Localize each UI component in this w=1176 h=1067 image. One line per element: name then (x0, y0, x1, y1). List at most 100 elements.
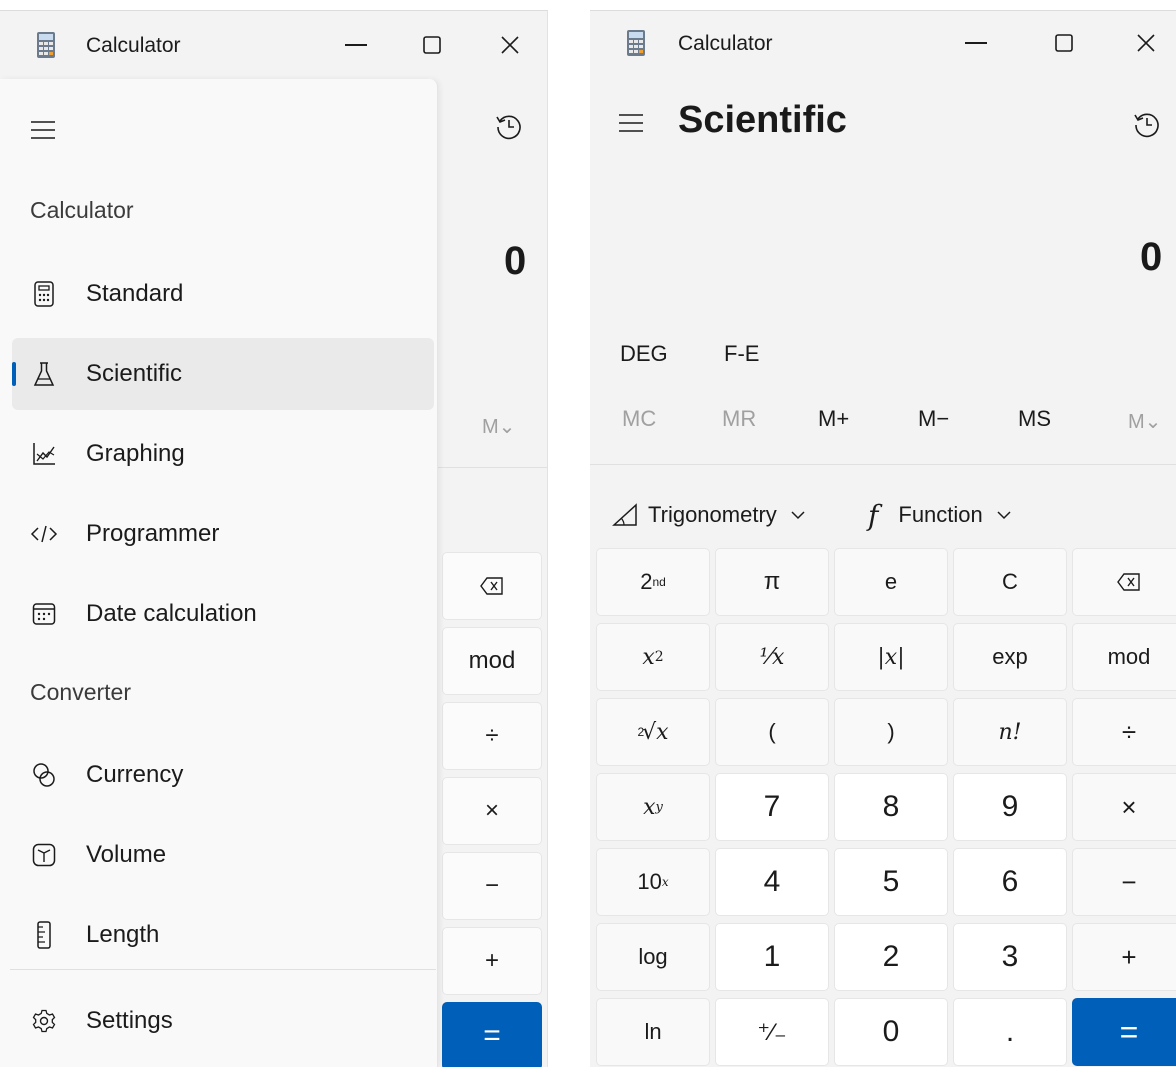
digit-7-key[interactable]: 7 (715, 773, 829, 841)
minimize-icon (345, 44, 367, 46)
memory-add-button[interactable]: M+ (818, 406, 849, 432)
square-root-key[interactable]: 2 √x (596, 698, 710, 766)
close-paren-key[interactable]: ) (834, 698, 948, 766)
backspace-key[interactable] (442, 552, 542, 620)
memory-recall-button[interactable]: MR (722, 406, 756, 432)
window-title: Calculator (678, 32, 773, 55)
key-sup: y (655, 799, 663, 815)
nav-item-volume[interactable]: Volume (12, 819, 434, 891)
add-key[interactable]: + (442, 927, 542, 995)
ten-power-key[interactable]: 10 x (596, 848, 710, 916)
function-dropdown[interactable]: f Function (868, 493, 1011, 537)
key-label: x (642, 644, 655, 670)
calendar-icon (30, 600, 58, 628)
euler-key[interactable]: e (834, 548, 948, 616)
ruler-icon (30, 921, 58, 949)
decimal-key[interactable]: . (953, 998, 1067, 1066)
equals-key[interactable]: = (1072, 998, 1176, 1066)
digit-4-key[interactable]: 4 (715, 848, 829, 916)
close-button[interactable] (480, 15, 540, 75)
subtract-key[interactable]: − (1072, 848, 1176, 916)
memory-subtract-button[interactable]: M− (918, 406, 949, 432)
digit-1-key[interactable]: 1 (715, 923, 829, 991)
memory-store-button[interactable]: MS (1018, 406, 1051, 432)
backspace-icon (480, 577, 503, 595)
nav-item-currency[interactable]: Currency (12, 739, 434, 811)
key-label: √x (642, 719, 669, 745)
divide-key[interactable]: ÷ (1072, 698, 1176, 766)
nav-section-calculator: Calculator (30, 197, 134, 223)
nav-item-label: Settings (86, 1007, 173, 1034)
display-separator (590, 464, 1176, 465)
digit-2-key[interactable]: 2 (834, 923, 948, 991)
memory-dropdown[interactable]: M⌄ (1128, 409, 1161, 434)
exp-key[interactable]: exp (953, 623, 1067, 691)
digit-0-key[interactable]: 0 (834, 998, 948, 1066)
negate-key[interactable]: ⁺∕₋ (715, 998, 829, 1066)
nav-item-label: Scientific (86, 360, 183, 387)
flask-icon (30, 360, 58, 388)
subtract-key[interactable]: − (442, 852, 542, 920)
second-function-key[interactable]: 2nd (596, 548, 710, 616)
nav-divider (10, 969, 436, 970)
key-label: 2 (640, 569, 653, 594)
angle-mode-button[interactable]: DEG (620, 341, 668, 367)
cube-icon (30, 841, 58, 869)
trigonometry-dropdown[interactable]: Trigonometry (612, 493, 805, 537)
divide-key[interactable]: ÷ (442, 702, 542, 770)
digit-8-key[interactable]: 8 (834, 773, 948, 841)
digit-3-key[interactable]: 3 (953, 923, 1067, 991)
open-paren-key[interactable]: ( (715, 698, 829, 766)
maximize-icon (423, 36, 441, 54)
key-sup: 2 (654, 649, 664, 665)
reciprocal-key[interactable]: ¹⁄x (715, 623, 829, 691)
digit-6-key[interactable]: 6 (953, 848, 1067, 916)
backspace-icon (1117, 573, 1140, 591)
digit-9-key[interactable]: 9 (953, 773, 1067, 841)
nav-item-length[interactable]: Length (12, 899, 434, 971)
minimize-button[interactable] (326, 15, 386, 75)
mod-key[interactable]: mod (1072, 623, 1176, 691)
multiply-key[interactable]: × (442, 777, 542, 845)
digit-5-key[interactable]: 5 (834, 848, 948, 916)
close-button[interactable] (1116, 13, 1176, 73)
key-label: x (643, 794, 656, 820)
nav-item-scientific[interactable]: Scientific (12, 338, 434, 410)
selection-indicator (12, 362, 16, 386)
add-key[interactable]: + (1072, 923, 1176, 991)
factorial-key[interactable]: n! (953, 698, 1067, 766)
mod-key[interactable]: mod (442, 627, 542, 695)
nav-item-date-calculation[interactable]: Date calculation (12, 578, 434, 650)
maximize-button[interactable] (402, 15, 462, 75)
nav-item-label: Programmer (86, 520, 220, 547)
square-key[interactable]: x2 (596, 623, 710, 691)
log-key[interactable]: log (596, 923, 710, 991)
nav-item-programmer[interactable]: Programmer (12, 498, 434, 570)
fe-toggle-button[interactable]: F-E (724, 341, 759, 367)
absolute-value-key[interactable]: |x| (834, 623, 948, 691)
minimize-button[interactable] (946, 13, 1006, 73)
pi-key[interactable]: π (715, 548, 829, 616)
nav-item-graphing[interactable]: Graphing (12, 418, 434, 490)
power-key[interactable]: xy (596, 773, 710, 841)
minimize-icon (965, 42, 987, 44)
hamburger-button[interactable] (618, 112, 646, 136)
nav-item-standard[interactable]: Standard (12, 258, 434, 330)
natural-log-key[interactable]: ln (596, 998, 710, 1066)
function-label: Function (898, 502, 983, 527)
equals-key[interactable]: = (442, 1002, 542, 1067)
trigonometry-label: Trigonometry (648, 502, 777, 527)
chevron-down-icon (997, 511, 1011, 520)
key-sup: x (661, 875, 669, 889)
memory-clear-button[interactable]: MC (622, 406, 656, 432)
maximize-button[interactable] (1034, 13, 1094, 73)
hamburger-button[interactable] (30, 119, 58, 143)
backspace-key[interactable] (1072, 548, 1176, 616)
app-icon (626, 29, 646, 57)
clear-key[interactable]: C (953, 548, 1067, 616)
multiply-key[interactable]: × (1072, 773, 1176, 841)
history-button[interactable] (494, 111, 526, 143)
memory-dropdown[interactable]: M⌄ (482, 414, 515, 439)
history-button[interactable] (1132, 109, 1164, 141)
nav-item-settings[interactable]: Settings (12, 985, 434, 1057)
